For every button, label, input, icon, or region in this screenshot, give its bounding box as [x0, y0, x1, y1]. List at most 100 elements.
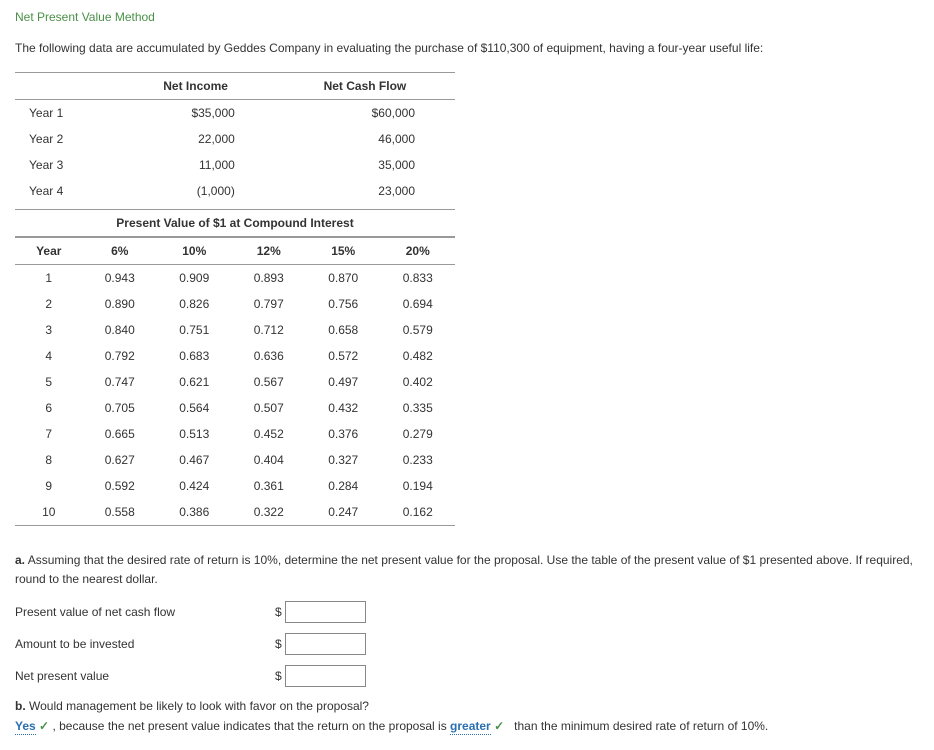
- pv-header: 15%: [306, 238, 380, 265]
- income-cell: 11,000: [116, 152, 275, 178]
- pv-header: 12%: [232, 238, 306, 265]
- table-row: 100.5580.3860.3220.2470.162: [15, 499, 455, 526]
- pv-cell: 0.658: [306, 317, 380, 343]
- answer-end: than the minimum desired rate of return …: [511, 719, 768, 733]
- table-row: 10.9430.9090.8930.8700.833: [15, 265, 455, 292]
- pv-header: 6%: [83, 238, 157, 265]
- pv-cell: 0.683: [157, 343, 231, 369]
- pv-cell: 0.833: [380, 265, 455, 292]
- pv-cell: 0.943: [83, 265, 157, 292]
- pv-cell: 0.665: [83, 421, 157, 447]
- pv-cell: 0.513: [157, 421, 231, 447]
- cashflow-table: Net Income Net Cash Flow Year 1 $35,000 …: [15, 72, 455, 204]
- pv-cell: 6: [15, 395, 83, 421]
- pv-cell: 0.572: [306, 343, 380, 369]
- pv-cell: 0.636: [232, 343, 306, 369]
- income-cell: $35,000: [116, 100, 275, 127]
- answer-yes[interactable]: Yes: [15, 719, 36, 735]
- table-header: Net Income: [116, 73, 275, 100]
- amount-invested-input[interactable]: [285, 633, 366, 655]
- pv-cell: 0.909: [157, 265, 231, 292]
- pv-header: Year: [15, 238, 83, 265]
- pv-cell: 0.424: [157, 473, 231, 499]
- pv-cell: 0.751: [157, 317, 231, 343]
- pv-cell: 0.467: [157, 447, 231, 473]
- pv-cell: 0.507: [232, 395, 306, 421]
- table-row: Year 1 $35,000 $60,000: [15, 100, 455, 127]
- pv-cashflow-input[interactable]: [285, 601, 366, 623]
- cashflow-cell: 46,000: [275, 126, 455, 152]
- pv-header: 20%: [380, 238, 455, 265]
- table-row: Year 4 (1,000) 23,000: [15, 178, 455, 204]
- pv-cell: 0.335: [380, 395, 455, 421]
- pv-header: 10%: [157, 238, 231, 265]
- question-a: a. Assuming that the desired rate of ret…: [15, 551, 919, 589]
- pv-cell: 0.279: [380, 421, 455, 447]
- table-row: 30.8400.7510.7120.6580.579: [15, 317, 455, 343]
- pv-cell: 0.162: [380, 499, 455, 526]
- table-header: Net Cash Flow: [275, 73, 455, 100]
- pv-cell: 1: [15, 265, 83, 292]
- table-row: 80.6270.4670.4040.3270.233: [15, 447, 455, 473]
- pv-cell: 0.558: [83, 499, 157, 526]
- dollar-sign: $: [275, 669, 285, 683]
- check-icon: ✓: [494, 719, 504, 733]
- pv-cell: 0.497: [306, 369, 380, 395]
- input-label: Net present value: [15, 669, 275, 683]
- pv-cell: 0.233: [380, 447, 455, 473]
- pv-cell: 0.705: [83, 395, 157, 421]
- pv-cell: 0.756: [306, 291, 380, 317]
- pv-cell: 5: [15, 369, 83, 395]
- cashflow-cell: 23,000: [275, 178, 455, 204]
- intro-text: The following data are accumulated by Ge…: [15, 39, 919, 57]
- cashflow-cell: $60,000: [275, 100, 455, 127]
- input-grid: Present value of net cash flow $ Amount …: [15, 601, 919, 687]
- pv-cell: 4: [15, 343, 83, 369]
- pv-cell: 3: [15, 317, 83, 343]
- pv-cell: 0.747: [83, 369, 157, 395]
- year-cell: Year 2: [15, 126, 116, 152]
- pv-cell: 0.792: [83, 343, 157, 369]
- question-a-label: a.: [15, 553, 25, 567]
- pv-cell: 10: [15, 499, 83, 526]
- pv-cell: 0.890: [83, 291, 157, 317]
- pv-cell: 0.247: [306, 499, 380, 526]
- pv-table: Year6%10%12%15%20% 10.9430.9090.8930.870…: [15, 237, 455, 526]
- table-row: 40.7920.6830.6360.5720.482: [15, 343, 455, 369]
- check-icon: ✓: [39, 719, 49, 733]
- income-cell: (1,000): [116, 178, 275, 204]
- pv-cell: 0.840: [83, 317, 157, 343]
- pv-cell: 0.712: [232, 317, 306, 343]
- pv-cell: 0.386: [157, 499, 231, 526]
- pv-cell: 0.579: [380, 317, 455, 343]
- year-cell: Year 1: [15, 100, 116, 127]
- table-row: 50.7470.6210.5670.4970.402: [15, 369, 455, 395]
- pv-cell: 7: [15, 421, 83, 447]
- answer-line: Yes ✓ , because the net present value in…: [15, 719, 919, 733]
- npv-input[interactable]: [285, 665, 366, 687]
- pv-cell: 0.361: [232, 473, 306, 499]
- pv-section-header: Present Value of $1 at Compound Interest: [15, 209, 455, 237]
- table-row: 90.5920.4240.3610.2840.194: [15, 473, 455, 499]
- pv-cell: 0.284: [306, 473, 380, 499]
- question-a-text: Assuming that the desired rate of return…: [15, 553, 913, 586]
- pv-cell: 0.322: [232, 499, 306, 526]
- table-header: [15, 73, 116, 100]
- pv-cell: 2: [15, 291, 83, 317]
- question-b-text: Would management be likely to look with …: [26, 699, 369, 713]
- pv-cell: 0.797: [232, 291, 306, 317]
- pv-cell: 8: [15, 447, 83, 473]
- page-title: Net Present Value Method: [15, 10, 919, 24]
- pv-cell: 0.621: [157, 369, 231, 395]
- pv-cell: 0.404: [232, 447, 306, 473]
- answer-greater[interactable]: greater: [450, 719, 491, 735]
- year-cell: Year 4: [15, 178, 116, 204]
- table-row: Year 2 22,000 46,000: [15, 126, 455, 152]
- pv-cell: 0.567: [232, 369, 306, 395]
- income-cell: 22,000: [116, 126, 275, 152]
- pv-cell: 0.432: [306, 395, 380, 421]
- pv-cell: 0.627: [83, 447, 157, 473]
- table-row: 70.6650.5130.4520.3760.279: [15, 421, 455, 447]
- input-label: Amount to be invested: [15, 637, 275, 651]
- pv-cell: 0.826: [157, 291, 231, 317]
